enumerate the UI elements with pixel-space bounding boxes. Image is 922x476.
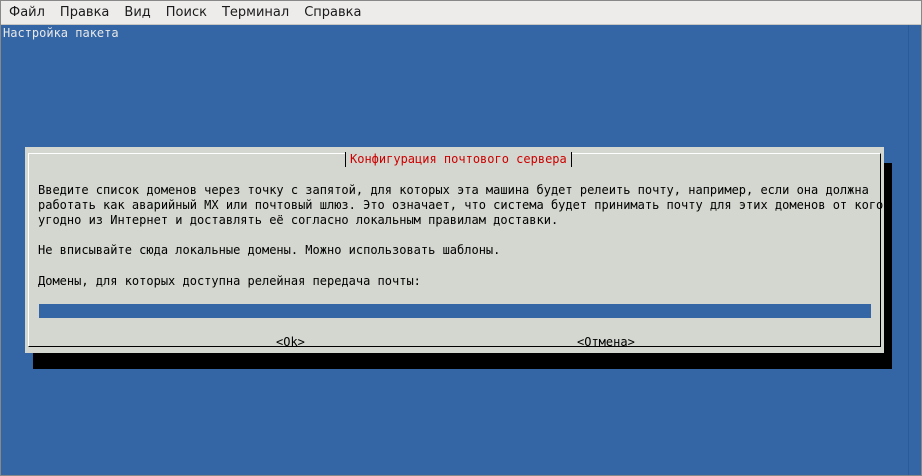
- config-dialog: Конфигурация почтового сервера Введите с…: [25, 147, 884, 353]
- local-domains-note: Не вписывайте сюда локальные домены. Мож…: [38, 243, 501, 257]
- terminal-window: Файл Правка Вид Поиск Терминал Справка Н…: [0, 0, 922, 476]
- menu-bar: Файл Правка Вид Поиск Терминал Справка: [1, 1, 921, 25]
- menu-edit[interactable]: Правка: [52, 1, 116, 24]
- ok-button[interactable]: <Ok>: [276, 335, 305, 350]
- description-line-3: угодно из Интернет и доставлять её согла…: [38, 213, 559, 227]
- menu-terminal[interactable]: Терминал: [214, 1, 296, 24]
- relay-domains-input[interactable]: [39, 304, 871, 318]
- menu-help[interactable]: Справка: [296, 1, 368, 24]
- backtitle: Настройка пакета: [3, 26, 119, 40]
- cancel-button[interactable]: <Отмена>: [577, 335, 635, 350]
- description-line-2: работать как аварийный MX или почтовый ш…: [38, 198, 884, 212]
- menu-view[interactable]: Вид: [116, 1, 157, 24]
- relay-domains-prompt: Домены, для которых доступна релейная пе…: [38, 274, 421, 288]
- menu-file[interactable]: Файл: [1, 1, 52, 24]
- dialog-title: Конфигурация почтового сервера: [345, 152, 572, 167]
- menu-search[interactable]: Поиск: [158, 1, 214, 24]
- description-line-1: Введите список доменов через точку с зап…: [38, 183, 869, 197]
- terminal-scrollbar[interactable]: [908, 25, 921, 475]
- terminal-area[interactable]: Настройка пакета Конфигурация почтового …: [1, 25, 921, 475]
